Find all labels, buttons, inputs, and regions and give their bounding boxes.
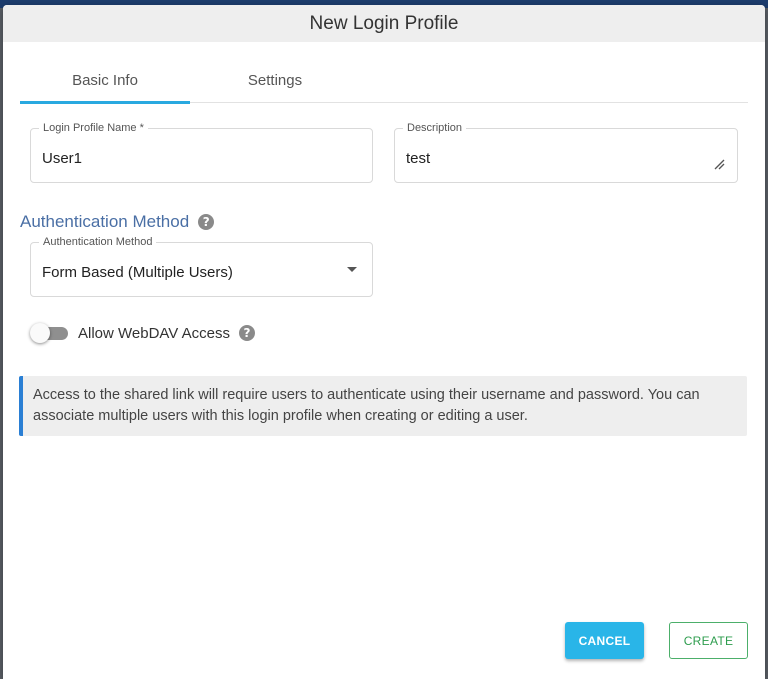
question-circle-icon[interactable]: ? bbox=[198, 214, 215, 230]
description-value: test bbox=[406, 150, 431, 167]
resize-handle-icon[interactable] bbox=[713, 158, 725, 170]
new-login-profile-dialog: New Login Profile Basic Info Settings Lo… bbox=[3, 5, 765, 679]
authentication-method-select[interactable]: Authentication Method Form Based (Multip… bbox=[30, 236, 373, 297]
tab-basic-info[interactable]: Basic Info bbox=[20, 58, 190, 104]
chevron-down-icon bbox=[347, 267, 357, 272]
description-field[interactable]: Description test bbox=[394, 122, 738, 183]
allow-webdav-label: Allow WebDAV Access bbox=[78, 324, 230, 342]
description-label: Description bbox=[403, 122, 467, 134]
tab-basic-info-label: Basic Info bbox=[72, 72, 138, 89]
create-button-label: CREATE bbox=[683, 633, 734, 648]
authentication-method-heading: Authentication Method ? bbox=[20, 212, 215, 232]
tab-settings[interactable]: Settings bbox=[190, 58, 360, 103]
authentication-method-select-label: Authentication Method bbox=[39, 236, 157, 248]
info-message-text: Access to the shared link will require u… bbox=[33, 387, 700, 424]
tab-settings-label: Settings bbox=[247, 72, 303, 89]
allow-webdav-toggle[interactable] bbox=[30, 323, 70, 343]
toggle-knob bbox=[30, 323, 50, 343]
authentication-method-select-value: Form Based (Multiple Users) bbox=[42, 264, 233, 281]
webdav-toggle-row: Allow WebDAV Access ? bbox=[30, 323, 255, 343]
login-profile-name-field[interactable]: Login Profile Name * User1 bbox=[30, 122, 373, 183]
dialog-header: New Login Profile bbox=[3, 5, 765, 42]
cancel-button-label: CANCEL bbox=[578, 633, 631, 648]
authentication-method-title: Authentication Method bbox=[20, 212, 190, 231]
dialog-title: New Login Profile bbox=[309, 12, 459, 34]
tab-bar: Basic Info Settings bbox=[20, 58, 748, 104]
login-profile-name-label: Login Profile Name * bbox=[39, 122, 148, 134]
info-message: Access to the shared link will require u… bbox=[19, 376, 747, 436]
create-button[interactable]: CREATE bbox=[669, 622, 748, 659]
question-circle-icon[interactable]: ? bbox=[239, 325, 255, 341]
login-profile-name-value: User1 bbox=[42, 150, 83, 167]
cancel-button[interactable]: CANCEL bbox=[565, 622, 644, 659]
